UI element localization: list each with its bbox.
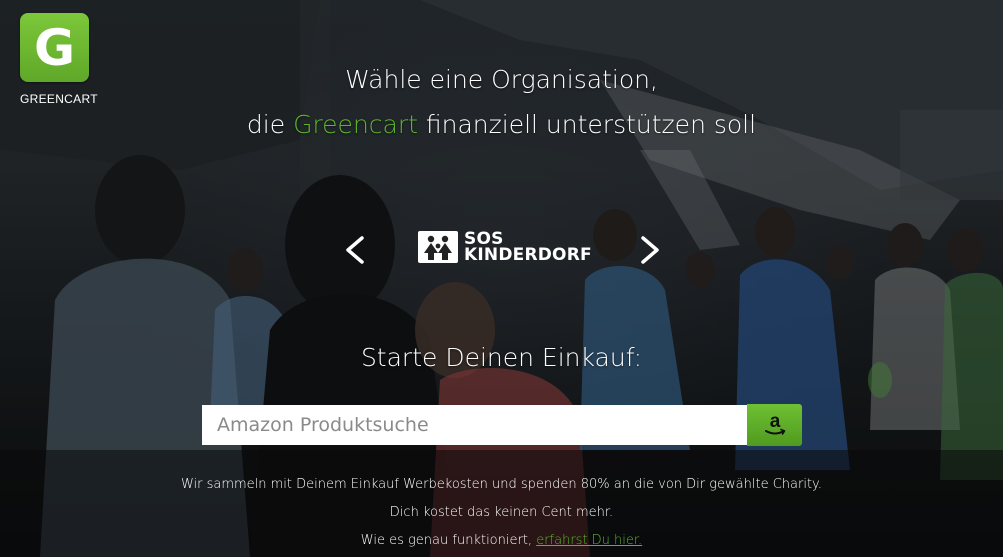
carousel-prev-button[interactable]: [335, 225, 375, 275]
start-shopping-label: Starte Deinen Einkauf:: [360, 343, 643, 372]
organization-name-line-2: KINDERDORF: [464, 245, 592, 265]
amazon-icon: a: [764, 412, 785, 435]
headline-suffix: finanziell unterstützen soll: [425, 110, 757, 139]
sos-kinderdorf-icon: [418, 231, 458, 263]
carousel-next-button[interactable]: [630, 225, 670, 275]
chevron-left-icon: [346, 236, 364, 264]
info-line-2: Dich kostet das keinen Cent mehr.: [389, 505, 614, 520]
headline-brand: Greencart: [293, 110, 418, 139]
info-text: Wir sammeln mit Deinem Einkauf Werbekost…: [0, 471, 1003, 555]
organization-logo[interactable]: SOS KINDERDORF: [418, 231, 592, 265]
page-headline: Wähle eine Organisation, die Greencart f…: [0, 57, 1003, 147]
amazon-search-input[interactable]: [202, 405, 747, 445]
headline-line-2: die Greencart finanziell unterstützen so…: [0, 102, 1003, 147]
headline-line-1: Wähle eine Organisation,: [345, 65, 658, 94]
info-line-3: Wie es genau funktioniert, erfahrst Du h…: [0, 527, 1003, 555]
how-it-works-link[interactable]: erfahrst Du hier.: [536, 533, 642, 548]
landing-page: G GREENCART Wähle eine Organisation, die…: [0, 0, 1003, 557]
info-line-1: Wir sammeln mit Deinem Einkauf Werbekost…: [180, 477, 823, 492]
amazon-search-bar: a: [202, 404, 802, 446]
chevron-right-icon: [641, 236, 659, 264]
amazon-icon-glyph: a: [769, 412, 780, 432]
headline-prefix: die: [246, 110, 286, 139]
info-line-3-prefix: Wie es genau funktioniert,: [360, 533, 533, 548]
organization-carousel: SOS KINDERDORF: [330, 225, 675, 275]
organization-name: SOS KINDERDORF: [464, 231, 592, 265]
amazon-search-button[interactable]: a: [747, 404, 802, 446]
